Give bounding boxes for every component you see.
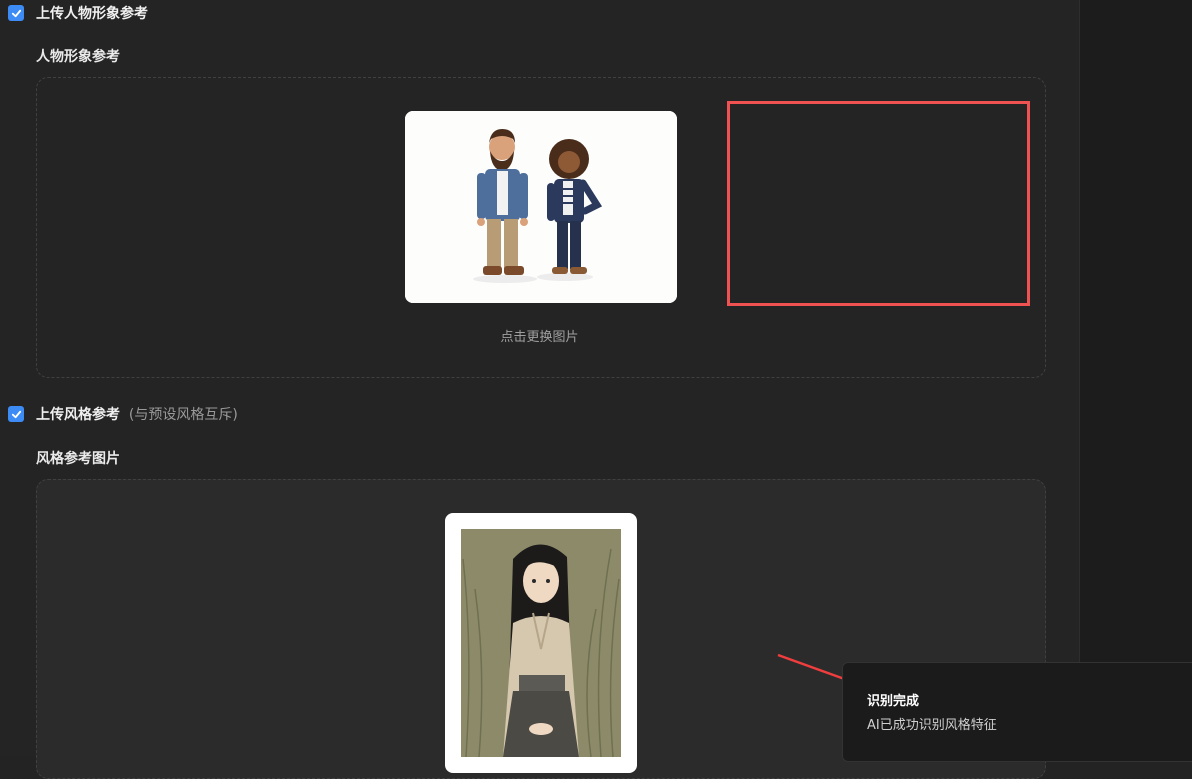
checkbox-checked-icon[interactable]	[8, 406, 24, 422]
toast-title: 识别完成	[867, 694, 920, 709]
style-reference-toggle[interactable]: 上传风格参考 (与预设风格互斥)	[8, 404, 238, 424]
toast-notification: 识别完成 AI已成功识别风格特征	[842, 662, 1192, 762]
style-reference-label: 上传风格参考	[36, 407, 120, 423]
person-reference-label: 上传人物形象参考	[36, 6, 148, 22]
style-section-title: 风格参考图片	[36, 451, 120, 467]
main-panel: 上传人物形象参考 人物形象参考 点击更换图片 上传风格参考 (与预设风格互斥) …	[0, 0, 1079, 779]
right-sidebar	[1079, 0, 1192, 756]
change-image-link[interactable]: 点击更换图片	[0, 326, 1079, 345]
style-reference-image[interactable]	[445, 513, 637, 773]
person-reference-image[interactable]	[405, 111, 677, 303]
toast-message: AI已成功识别风格特征	[867, 718, 997, 733]
person-reference-toggle[interactable]: 上传人物形象参考	[8, 3, 148, 23]
style-reference-hint: (与预设风格互斥)	[128, 407, 238, 423]
person-section-title: 人物形象参考	[36, 49, 120, 65]
checkbox-checked-icon[interactable]	[8, 5, 24, 21]
highlight-frame	[727, 101, 1030, 306]
